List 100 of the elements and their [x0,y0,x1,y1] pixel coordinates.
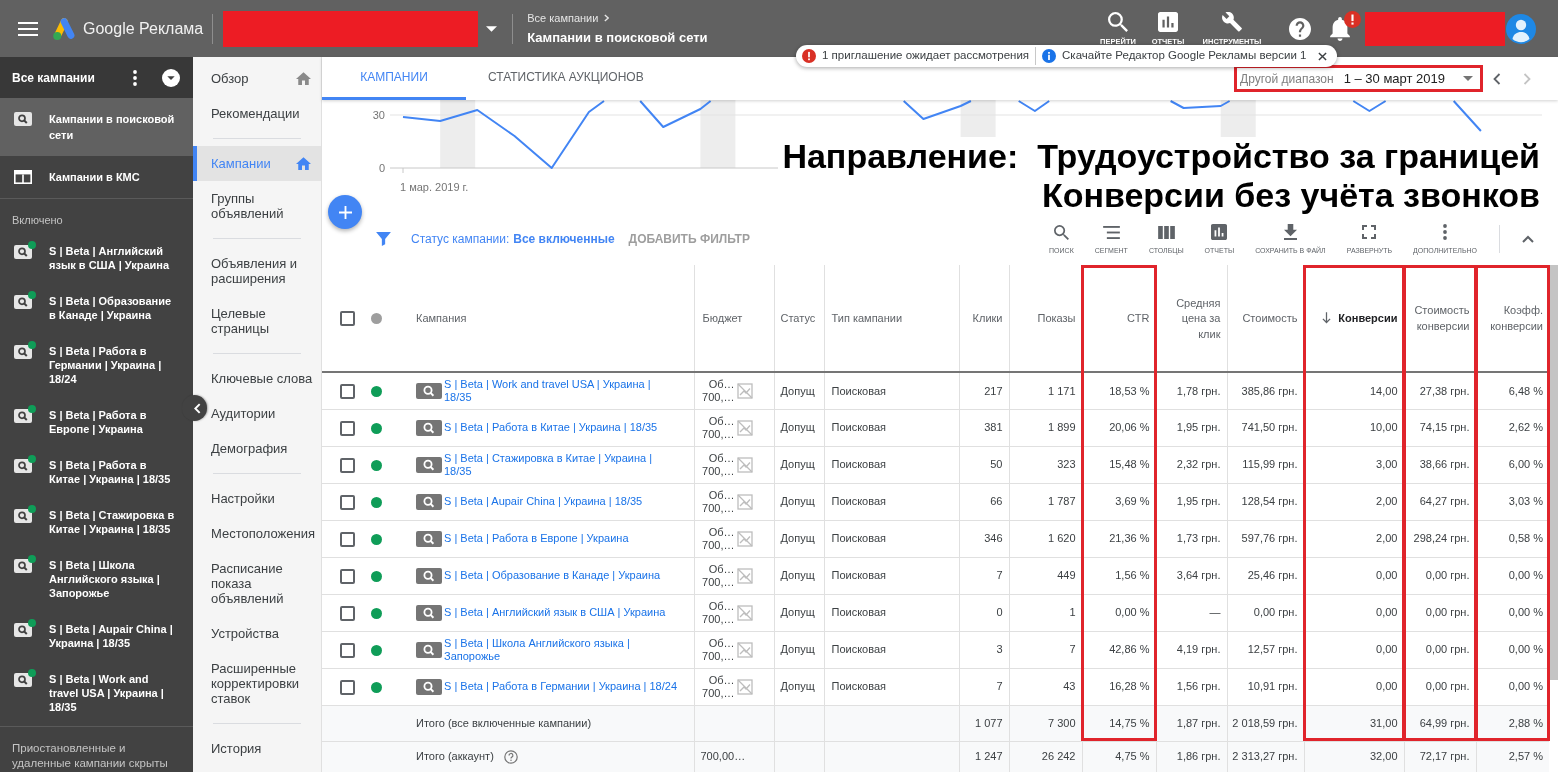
campaign-link[interactable]: S | Beta | Работа в Германии | Украина | 18/24 [444,680,680,693]
checkbox[interactable] [340,457,355,473]
campaign-link[interactable]: S | Beta | Work and travel USA | Украина | 18/35 [444,377,680,404]
add-button[interactable] [328,195,362,229]
campaign-item[interactable]: S | Beta | Aupair China | Украина | 18/35 [14,622,179,650]
campaign-link[interactable]: S | Beta | Стажировка в Китае | Украина | 18/35 [444,451,680,478]
close-icon[interactable] [1318,51,1328,61]
search-badge-icon [416,382,442,399]
nav-item[interactable]: Объявления и расширения [211,256,317,286]
campaign-item[interactable]: S | Beta | Стажировка в Китае | Украина | 18/35 [14,508,179,536]
campaign-item[interactable]: S | Beta | Образование в Канаде | Украина [14,294,179,322]
column-header[interactable]: Бюджет [694,265,774,372]
layout-icon [14,170,32,184]
dropdown-icon[interactable] [162,68,180,87]
nav-item[interactable]: Расписание показа объявлений [211,561,317,606]
checkbox[interactable] [340,568,355,584]
table-cell: 50 [959,446,1009,483]
tab[interactable]: СТАТИСТИКА АУКЦИОНОВ [466,57,666,100]
chevron-left-icon[interactable] [1493,72,1501,85]
table-cell: 0,00 [1304,557,1404,594]
help-icon[interactable] [1289,17,1311,40]
campaign-item[interactable]: S | Beta | Работа в Китае | Украина | 18/35 [14,458,179,486]
table-cell: 1,86 грн. [1156,741,1227,772]
table-cell: 741,50 грн. [1227,409,1304,446]
campaign-link[interactable]: S | Beta | Школа Английского языка | Запорожье [444,636,680,663]
avatar-icon[interactable] [1506,13,1536,44]
table-cell: 4,19 грн. [1156,631,1227,668]
table-cell: 7 [1009,631,1082,668]
logo-icon [53,17,75,40]
table-cell: 597,76 грн. [1227,520,1304,557]
nav-item[interactable]: Ключевые слова [211,371,317,386]
column-header[interactable]: Стоимость конверсии [1404,265,1476,372]
column-header[interactable]: Средняя цена за клик [1156,265,1227,372]
checkbox[interactable] [340,605,355,621]
nav-item[interactable]: Устройства [211,626,317,641]
caret-down-icon[interactable] [486,25,498,32]
breadcrumb-link[interactable]: Все кампании [527,9,599,26]
campaign-item[interactable]: S | Beta | Работа в Германии | Украина | 18/24 [14,344,179,386]
notice-link[interactable]: 1 приглашение ожидает рассмотрения [822,47,1030,65]
nav-item[interactable]: Группы объявлений [211,191,317,221]
campaign-link[interactable]: S | Beta | Образование в Канаде | Украина [444,569,680,582]
column-header[interactable]: CTR [1082,265,1156,372]
table-cell: 2 018,59 грн. [1227,705,1304,741]
column-header[interactable]: Тип кампании [824,265,959,372]
download-icon [1283,224,1297,240]
search-badge-icon [416,604,442,621]
nav-item[interactable]: Целевые страницы [211,306,317,336]
column-header[interactable]: Кампания [404,265,694,372]
table-cell: 1 [1009,594,1082,631]
help-icon[interactable] [503,749,518,764]
search-icon [1053,224,1069,240]
column-header[interactable]: Коэфф. конверсии [1476,265,1549,372]
nav-item[interactable]: Расширенные корректировки ставок [211,661,317,706]
notice-link[interactable]: Скачайте Редактор Google Рекламы версии 1 [1062,47,1307,65]
table-cell: Допущ [774,446,824,483]
scrollbar-thumb[interactable] [1550,265,1558,680]
nav-item[interactable]: Демография [211,441,317,456]
column-header[interactable]: Клики [959,265,1009,372]
checkbox[interactable] [340,531,355,547]
bar-chart-icon [1211,224,1228,240]
nav-item[interactable]: Аудитории [211,406,317,421]
chevron-up-icon[interactable] [1522,234,1534,243]
filter-icon[interactable] [376,231,391,246]
table-cell: 2,88 % [1476,705,1549,741]
checkbox[interactable] [340,311,355,327]
checkbox[interactable] [340,420,355,436]
campaign-link[interactable]: S | Beta | Aupair China | Украина | 18/35 [444,495,680,508]
checkbox[interactable] [340,384,355,400]
annotation-text: Направление: Трудоустройство за границей [778,137,1544,176]
column-header[interactable]: Показы [1009,265,1082,372]
column-header[interactable]: Стоимость [1227,265,1304,372]
nav-item[interactable]: Обзор [211,71,317,86]
nav-item[interactable]: Настройки [211,491,317,506]
status-filter[interactable]: Статус кампании: Все включенные [411,229,615,248]
checkbox[interactable] [340,642,355,658]
campaign-item[interactable]: S | Beta | Английский язык в США | Украина [14,244,179,272]
sidebar-item[interactable]: Кампании в КМС [0,156,193,198]
budget-text: Об… 700,… [701,377,735,404]
checkbox[interactable] [340,494,355,510]
sidebar-item[interactable]: Кампании в поисковой сети [0,98,193,156]
menu-icon[interactable] [18,21,38,36]
campaign-link[interactable]: S | Beta | Английский язык в США | Украина [444,606,680,619]
more-icon[interactable] [133,69,137,86]
campaign-item[interactable]: S | Beta | Работа в Европе | Украина [14,408,179,436]
campaign-item[interactable]: S | Beta | Work and travel USA | Украина | 18/35 [14,672,179,714]
sidebar-title[interactable]: Все кампании [12,68,95,87]
notifications-icon[interactable] [1328,16,1352,41]
segment-icon [1102,225,1120,239]
nav-item[interactable]: Местоположения [211,526,317,541]
column-header[interactable]: Статус [774,265,824,372]
table-cell: 0,58 % [1476,520,1549,557]
campaign-link[interactable]: S | Beta | Работа в Европе | Украина [444,532,680,545]
campaign-link[interactable]: S | Beta | Работа в Китае | Украина | 18/35 [444,421,680,434]
campaign-item[interactable]: S | Beta | Школа Английского языка | Запорожье [14,558,179,600]
table-cell: 25,46 грн. [1227,557,1304,594]
column-header[interactable]: Конверсии [1304,265,1404,372]
checkbox[interactable] [340,679,355,695]
table-cell: 15,48 % [1082,446,1156,483]
nav-item[interactable]: Рекомендации [211,106,317,121]
nav-item[interactable]: История [211,741,317,756]
